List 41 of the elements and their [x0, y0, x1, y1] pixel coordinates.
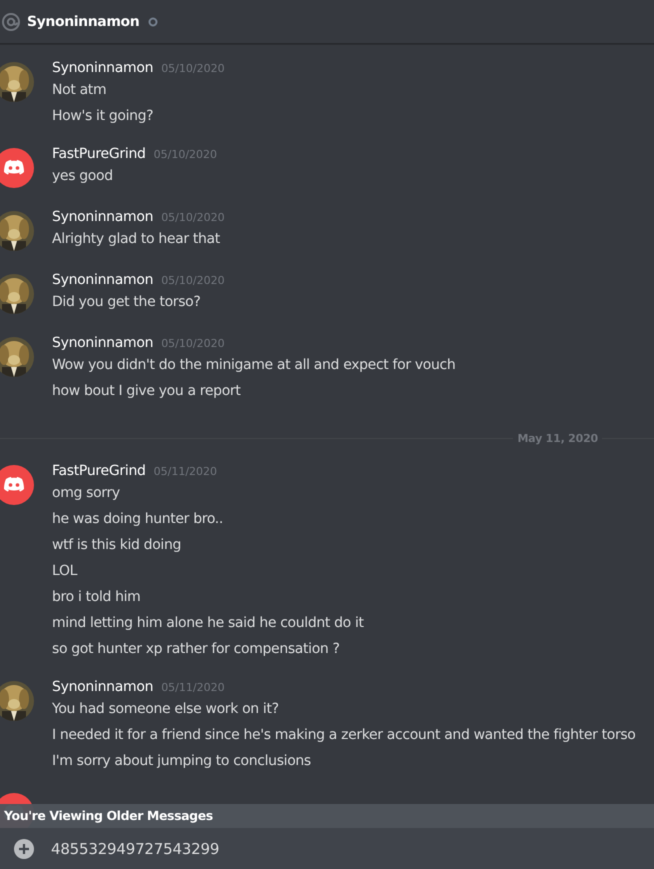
timestamp: 05/10/2020: [161, 62, 225, 75]
status-icon: [148, 16, 158, 26]
discord-avatar-icon: [0, 148, 34, 188]
author-name[interactable]: Synoninnamon: [52, 679, 154, 695]
message-text: mind letting him alone he said he couldnt do it: [52, 614, 364, 633]
timestamp: 05/11/2020: [154, 465, 218, 478]
message-text: Wow you didn't do the minigame at all and expect for vouch: [52, 356, 456, 375]
message-text: Not atm: [52, 81, 108, 100]
message-text: he was doing hunter bro..: [52, 510, 224, 529]
author-name[interactable]: FastPureGrind: [52, 146, 146, 162]
message-text: How's it going?: [52, 107, 154, 126]
message-text: so got hunter xp rather for compensation ?: [52, 640, 341, 659]
message-text: Did you get the torso?: [52, 293, 202, 312]
author-name[interactable]: Synoninnamon: [52, 335, 154, 351]
add-icon[interactable]: [14, 838, 34, 858]
author-name[interactable]: FastPureGrind: [52, 463, 146, 479]
message-text: I needed it for a friend since he's making a zerker account and wanted the fighter torso: [52, 726, 636, 745]
author-name[interactable]: Synoninnamon: [52, 60, 154, 76]
message-input[interactable]: 485532949727543299: [51, 840, 451, 858]
timestamp: 05/11/2020: [161, 681, 225, 694]
date-divider-label: May 11, 2020: [516, 432, 599, 444]
message-text: I'm sorry about jumping to conclusions: [52, 752, 312, 771]
channel-title: Synoninnamon: [27, 14, 140, 30]
timestamp: 05/10/2020: [161, 274, 225, 287]
at-icon: [1, 12, 21, 32]
author-name[interactable]: Synoninnamon: [52, 209, 154, 225]
message-text: how bout I give you a report: [52, 382, 242, 401]
message-text: bro i told him: [52, 588, 142, 607]
older-messages-banner[interactable]: You're Viewing Older Messages: [0, 804, 654, 828]
message-text: omg sorry: [52, 484, 121, 503]
message-text: You had someone else work on it?: [52, 700, 280, 719]
message-text: LOL: [52, 562, 78, 581]
timestamp: 05/10/2020: [161, 211, 225, 224]
message-text: yes good: [52, 167, 114, 186]
timestamp: 05/10/2020: [154, 148, 218, 161]
timestamp: 05/10/2020: [161, 337, 225, 350]
author-name[interactable]: Synoninnamon: [52, 272, 154, 288]
message-text: Alrighty glad to hear that: [52, 230, 221, 249]
discord-avatar-icon: [0, 465, 34, 505]
message-composer[interactable]: 485532949727543299: [0, 828, 654, 869]
message-text: wtf is this kid doing: [52, 536, 182, 555]
